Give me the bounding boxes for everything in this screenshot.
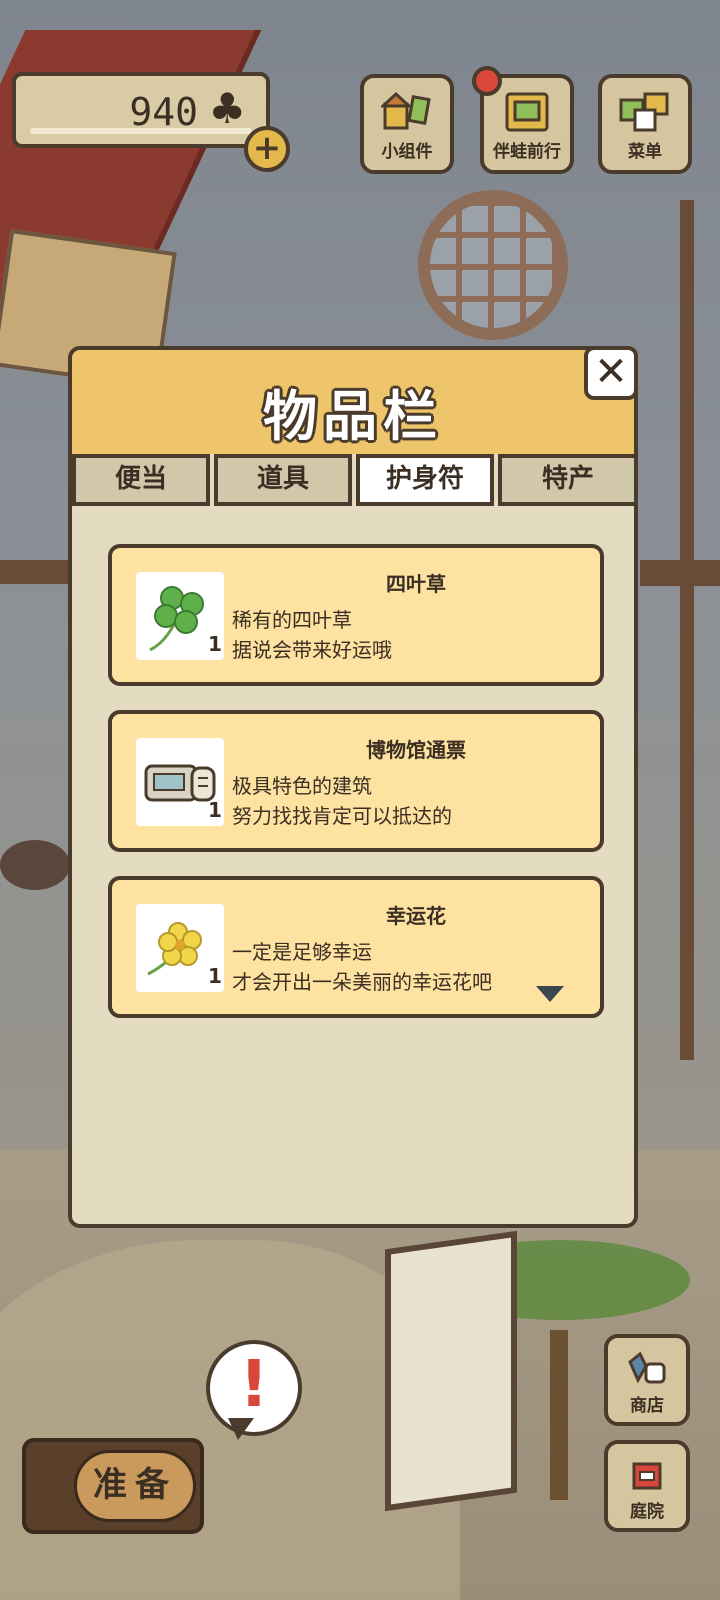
add-clover-button[interactable]: + xyxy=(244,126,290,172)
item-card-clover[interactable]: 1 四叶草 稀有的四叶草 据说会带来好运哦 xyxy=(108,544,604,686)
notification-dot xyxy=(472,66,502,96)
close-button[interactable]: ✕ xyxy=(584,346,638,400)
menu-button[interactable]: 菜单 xyxy=(598,74,692,174)
item-description-line2: 据说会带来好运哦 xyxy=(232,638,392,662)
alert-bubble[interactable]: ! xyxy=(206,1340,302,1436)
right-shelf xyxy=(640,560,720,586)
left-shelf xyxy=(0,560,70,584)
modal-header: 物品栏 xyxy=(72,350,634,454)
item-name: 幸运花 xyxy=(386,904,446,928)
item-quantity: 1 xyxy=(208,964,222,988)
tab-lunch[interactable]: 便当 xyxy=(72,454,210,506)
item-description-line2: 努力找找肯定可以抵达的 xyxy=(232,804,452,828)
prepare-label: 准备 xyxy=(74,1450,196,1522)
pot xyxy=(0,840,70,890)
wooden-pole xyxy=(680,200,694,1060)
yard-icon xyxy=(632,1462,662,1490)
clover-counter: 940 ♣ xyxy=(12,72,270,148)
widget-button[interactable]: 小组件 xyxy=(360,74,454,174)
item-description-line1: 稀有的四叶草 xyxy=(232,608,352,632)
modal-title: 物品栏 xyxy=(263,385,443,448)
exclamation-icon: ! xyxy=(239,1348,269,1422)
shop-icon xyxy=(628,1351,666,1384)
shop-button[interactable]: 商店 xyxy=(604,1334,690,1426)
menu-icon xyxy=(619,92,669,132)
item-description-line1: 一定是足够幸运 xyxy=(232,940,372,964)
yard-label: 庭院 xyxy=(630,1502,664,1522)
item-name: 博物馆通票 xyxy=(366,738,466,762)
yard-button[interactable]: 庭院 xyxy=(604,1440,690,1532)
inventory-tabs: 便当 道具 护身符 特产 xyxy=(72,454,634,506)
folding-screen xyxy=(385,1230,517,1512)
item-card-museum-ticket[interactable]: 1 博物馆通票 极具特色的建筑 努力找找肯定可以抵达的 xyxy=(108,710,604,852)
prepare-button[interactable]: 准备 xyxy=(22,1438,204,1534)
scroll-down-icon[interactable] xyxy=(536,986,564,1002)
tab-charms[interactable]: 护身符 xyxy=(356,454,494,506)
tab-specialties[interactable]: 特产 xyxy=(498,454,634,506)
tab-tools[interactable]: 道具 xyxy=(214,454,352,506)
item-description-line1: 极具特色的建筑 xyxy=(232,774,372,798)
journey-label: 伴蛙前行 xyxy=(493,142,561,162)
round-window xyxy=(418,190,568,340)
clover-icon: ♣ xyxy=(208,84,246,133)
bubble-tail xyxy=(228,1418,254,1440)
shop-label: 商店 xyxy=(630,1396,664,1416)
widget-label: 小组件 xyxy=(381,142,433,162)
candle-stand xyxy=(550,1330,568,1500)
journey-icon xyxy=(505,92,549,132)
item-description-line2: 才会开出一朵美丽的幸运花吧 xyxy=(232,970,492,994)
clover-bar xyxy=(30,128,252,134)
widget-icon xyxy=(381,91,431,130)
item-name: 四叶草 xyxy=(386,572,446,596)
item-quantity: 1 xyxy=(208,798,222,822)
menu-label: 菜单 xyxy=(628,142,662,162)
item-quantity: 1 xyxy=(208,632,222,656)
item-card-lucky-flower[interactable]: 1 幸运花 一定是足够幸运 才会开出一朵美丽的幸运花吧 xyxy=(108,876,604,1018)
inventory-modal: 物品栏 便当 道具 护身符 特产 1 四叶草 稀有的四叶草 据说会带来好运哦 1… xyxy=(68,346,638,1228)
